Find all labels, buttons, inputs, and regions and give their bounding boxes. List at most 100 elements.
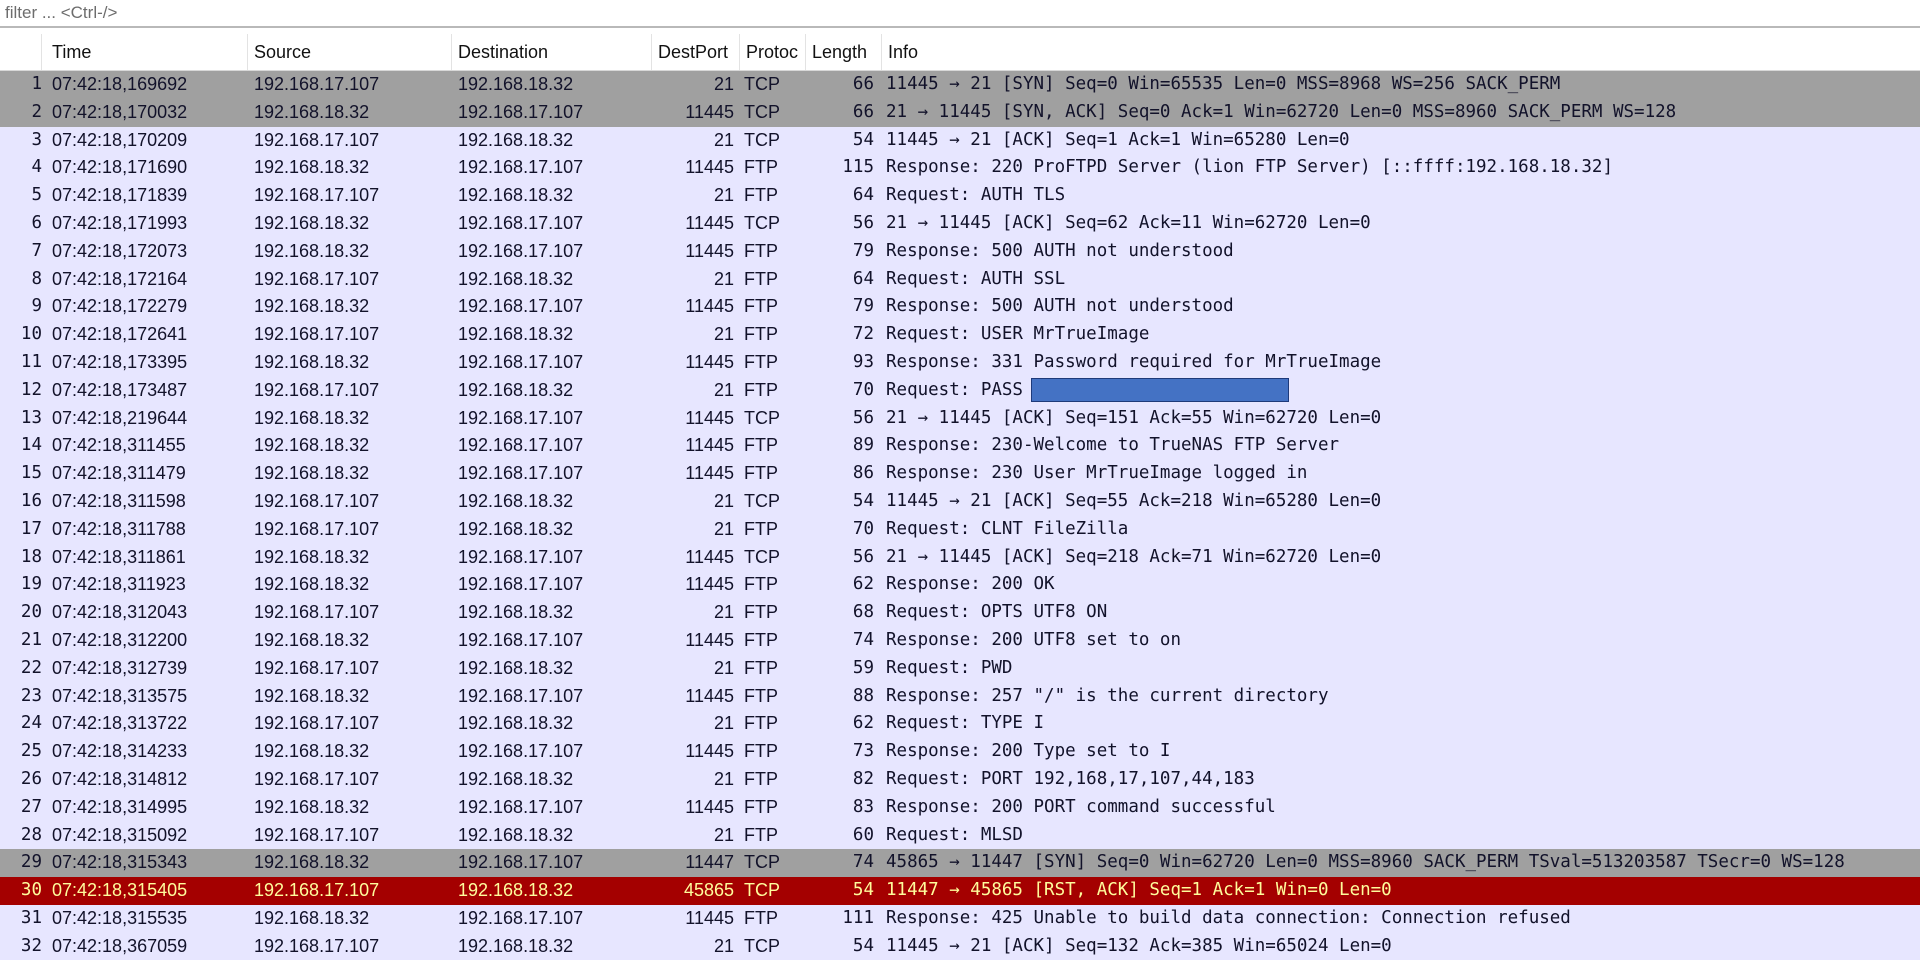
packet-row[interactable]: 31 07:42:18,315535 192.168.18.32 192.168.17… — [0, 905, 1920, 933]
packet-row[interactable]: 29 07:42:18,315343 192.168.18.32 192.168.17… — [0, 849, 1920, 878]
packet-destination: 192.168.18.32 — [458, 935, 574, 956]
packet-protocol: FTP — [744, 463, 778, 484]
column-header-destport[interactable]: DestPort — [652, 34, 740, 70]
packet-destport: 21 — [713, 657, 734, 678]
packet-time: 07:42:18,313575 — [52, 685, 188, 706]
packet-destination: 192.168.18.32 — [458, 324, 574, 345]
packet-destination: 192.168.18.32 — [458, 880, 574, 901]
packet-row[interactable]: 6 07:42:18,171993 192.168.18.32 192.168.17.… — [0, 210, 1920, 238]
packet-length: 54 — [852, 491, 874, 511]
packet-destport: 11445 — [685, 157, 734, 178]
packet-number: 12 — [20, 379, 42, 400]
packet-number: 24 — [20, 713, 42, 734]
packet-row[interactable]: 10 07:42:18,172641 192.168.17.107 192.168.1… — [0, 321, 1920, 349]
column-header-protocol[interactable]: Protoc — [740, 34, 806, 70]
packet-row[interactable]: 25 07:42:18,314233 192.168.18.32 192.168.17… — [0, 738, 1920, 766]
packet-time: 07:42:18,312043 — [52, 602, 188, 623]
packet-number: 7 — [31, 240, 42, 261]
packet-row[interactable]: 7 07:42:18,172073 192.168.18.32 192.168.17.… — [0, 237, 1920, 266]
packet-number: 11 — [20, 352, 42, 372]
packet-protocol: FTP — [744, 185, 778, 206]
packet-length: 82 — [852, 769, 874, 789]
packet-number: 29 — [20, 852, 42, 873]
packet-row[interactable]: 3 07:42:18,170209 192.168.17.107 192.168.18… — [0, 126, 1920, 155]
packet-length: 66 — [852, 101, 874, 122]
packet-row[interactable]: 19 07:42:18,311923 192.168.18.32 192.168.17… — [0, 571, 1920, 600]
packet-source: 192.168.18.32 — [254, 741, 370, 762]
packet-length: 66 — [852, 74, 874, 94]
packet-destport: 21 — [713, 74, 734, 94]
packet-info: Request: AUTH TLS — [886, 185, 1066, 206]
packet-number: 31 — [20, 908, 42, 928]
packet-length: 64 — [852, 185, 874, 206]
packet-number: 23 — [20, 685, 42, 706]
packet-source: 192.168.17.107 — [254, 324, 380, 345]
packet-length: 73 — [852, 741, 874, 762]
packet-row[interactable]: 8 07:42:18,172164 192.168.17.107 192.168.18… — [0, 265, 1920, 294]
packet-row[interactable]: 26 07:42:18,314812 192.168.17.107 192.168.1… — [0, 766, 1920, 794]
column-header-source[interactable]: Source — [248, 34, 452, 70]
packet-row[interactable]: 4 07:42:18,171690 192.168.18.32 192.168.17.… — [0, 154, 1920, 183]
packet-protocol: FTP — [744, 796, 778, 817]
packet-destport: 11445 — [685, 546, 734, 567]
packet-row[interactable]: 23 07:42:18,313575 192.168.18.32 192.168.17… — [0, 682, 1920, 711]
packet-destport: 11445 — [685, 435, 734, 456]
packet-time: 07:42:18,311923 — [52, 574, 186, 595]
packet-row[interactable]: 9 07:42:18,172279 192.168.18.32 192.168.17.… — [0, 293, 1920, 322]
packet-row[interactable]: 11 07:42:18,173395 192.168.18.32 192.168.17… — [0, 349, 1920, 377]
packet-time: 07:42:18,315535 — [52, 908, 188, 928]
packet-row[interactable]: 5 07:42:18,171839 192.168.17.107 192.168.18… — [0, 182, 1920, 210]
packet-destination: 192.168.17.107 — [458, 908, 584, 928]
packet-row[interactable]: 1 07:42:18,169692 192.168.17.107 192.168.18… — [0, 71, 1920, 99]
packet-length: 54 — [852, 129, 874, 150]
packet-row[interactable]: 17 07:42:18,311788 192.168.17.107 192.168.1… — [0, 515, 1920, 544]
packet-number: 9 — [31, 296, 42, 317]
packet-row[interactable]: 15 07:42:18,311479 192.168.18.32 192.168.17… — [0, 460, 1920, 488]
packet-source: 192.168.17.107 — [254, 491, 380, 511]
packet-source: 192.168.17.107 — [254, 657, 380, 678]
column-header-info[interactable]: Info — [882, 34, 1920, 70]
packet-row[interactable]: 32 07:42:18,367059 192.168.17.107 192.168.1… — [0, 932, 1920, 960]
packet-protocol: TCP — [744, 546, 780, 567]
packet-row[interactable]: 21 07:42:18,312200 192.168.18.32 192.168.17… — [0, 627, 1920, 655]
packet-number: 27 — [20, 796, 42, 817]
packet-info: Request: USER MrTrueImage — [886, 324, 1150, 345]
packet-destport: 21 — [713, 824, 734, 845]
packet-row[interactable]: 20 07:42:18,312043 192.168.17.107 192.168.1… — [0, 599, 1920, 627]
packet-row[interactable]: 28 07:42:18,315092 192.168.17.107 192.168.1… — [0, 821, 1920, 850]
packet-source: 192.168.17.107 — [254, 268, 380, 289]
packet-protocol: TCP — [744, 101, 780, 122]
packet-row[interactable]: 27 07:42:18,314995 192.168.18.32 192.168.17… — [0, 793, 1920, 822]
packet-number: 4 — [31, 157, 42, 178]
packet-time: 07:42:18,313722 — [52, 713, 188, 734]
packet-row[interactable]: 24 07:42:18,313722 192.168.17.107 192.168.1… — [0, 710, 1920, 739]
packet-row[interactable]: 18 07:42:18,311861 192.168.18.32 192.168.17… — [0, 543, 1920, 572]
packet-info: Response: 425 Unable to build data conne… — [886, 908, 1571, 928]
packet-destport: 11447 — [685, 852, 734, 873]
packet-destport: 21 — [713, 129, 734, 150]
packet-row[interactable]: 16 07:42:18,311598 192.168.17.107 192.168.1… — [0, 488, 1920, 516]
column-header-length[interactable]: Length — [806, 34, 882, 70]
packet-length: 74 — [852, 852, 874, 873]
packet-length: 72 — [852, 324, 874, 345]
column-header-destination[interactable]: Destination — [452, 34, 652, 70]
column-header-time[interactable]: Time — [46, 34, 248, 70]
packet-source: 192.168.17.107 — [254, 824, 380, 845]
packet-destination: 192.168.18.32 — [458, 268, 574, 289]
packet-row[interactable]: 13 07:42:18,219644 192.168.18.32 192.168.17… — [0, 404, 1920, 433]
packet-row[interactable]: 22 07:42:18,312739 192.168.17.107 192.168.1… — [0, 654, 1920, 683]
packet-row[interactable]: 30 07:42:18,315405 192.168.17.107 192.168.1… — [0, 877, 1920, 905]
packet-length: 111 — [842, 908, 874, 928]
column-header-no[interactable] — [0, 34, 42, 70]
packet-row[interactable]: 2 07:42:18,170032 192.168.18.32 192.168.17.… — [0, 98, 1920, 127]
packet-time: 07:42:18,311598 — [52, 491, 186, 511]
packet-protocol: FTP — [744, 268, 778, 289]
packet-info: 11445 → 21 [SYN] Seq=0 Win=65535 Len=0 M… — [886, 74, 1561, 94]
packet-time: 07:42:18,314995 — [52, 796, 188, 817]
packet-row[interactable]: 12 07:42:18,173487 192.168.17.107 192.168.1… — [0, 376, 1920, 405]
packet-number: 19 — [20, 574, 42, 595]
packet-time: 07:42:18,315092 — [52, 824, 188, 845]
packet-row[interactable]: 14 07:42:18,311455 192.168.18.32 192.168.17… — [0, 432, 1920, 461]
packet-destination: 192.168.17.107 — [458, 630, 584, 650]
display-filter-input[interactable] — [5, 0, 1905, 26]
